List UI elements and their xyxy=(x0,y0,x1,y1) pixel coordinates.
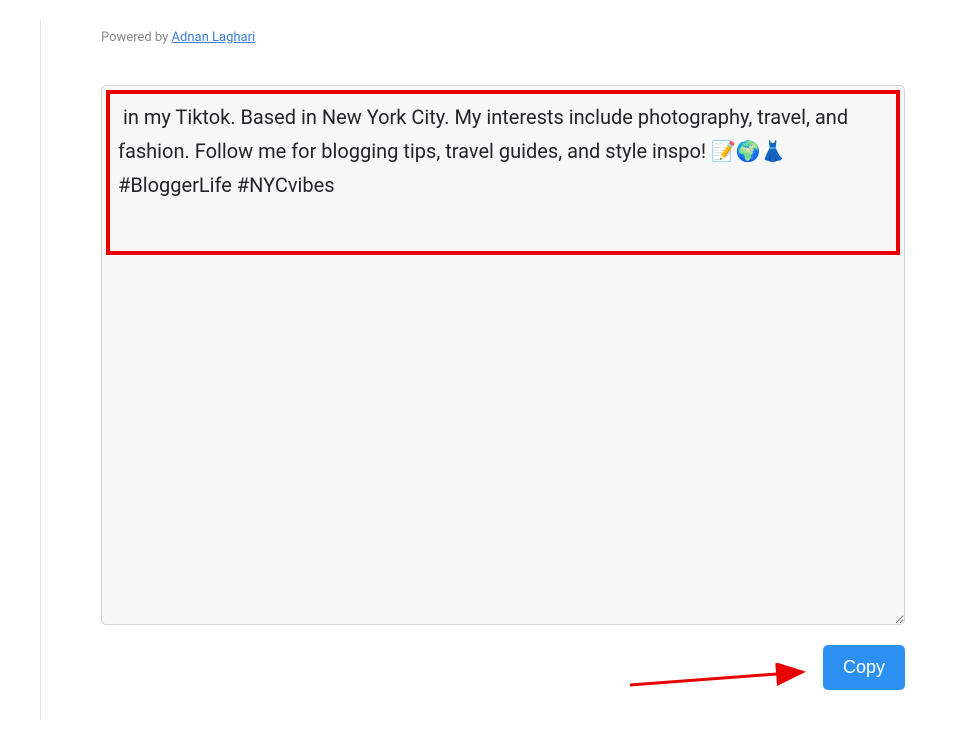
main-container: Powered by Adnan Laghari Copy xyxy=(40,20,905,720)
copy-button[interactable]: Copy xyxy=(823,645,905,690)
button-row: Copy xyxy=(101,645,905,690)
arrow-annotation-icon xyxy=(625,663,815,693)
powered-by-text: Powered by Adnan Laghari xyxy=(101,30,905,45)
output-textarea[interactable] xyxy=(101,85,905,625)
powered-by-link[interactable]: Adnan Laghari xyxy=(172,30,256,45)
output-area-wrapper xyxy=(101,85,905,629)
powered-by-prefix: Powered by xyxy=(101,30,172,45)
